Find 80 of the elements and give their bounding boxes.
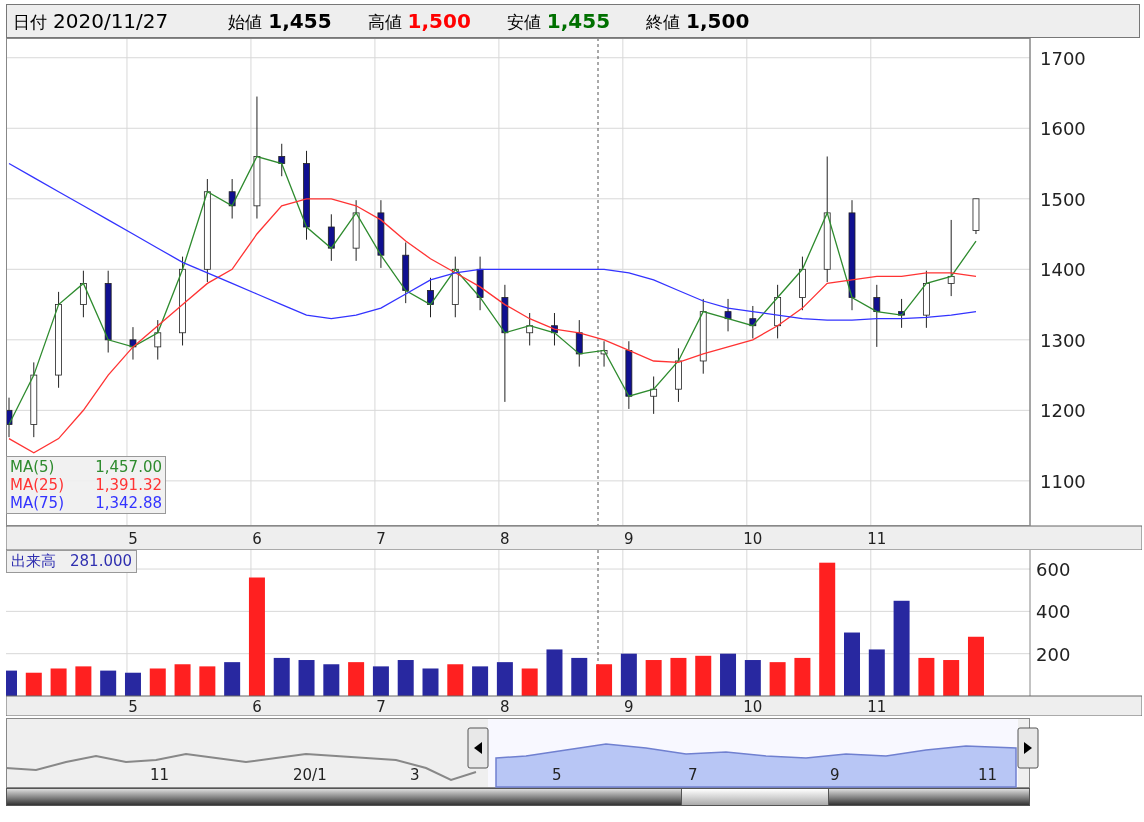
candlestick	[724, 298, 732, 332]
volume-bar	[100, 670, 117, 696]
axis-label: 11	[867, 698, 887, 716]
quote-value: 1,455	[546, 9, 611, 33]
axis-label: 1600	[1040, 118, 1086, 140]
axis-label: 11	[867, 530, 887, 548]
legend-label: MA(75)	[10, 494, 64, 512]
navigator-label: 20/1	[293, 766, 327, 784]
volume-bar	[348, 662, 365, 696]
navigator-label: 5	[552, 766, 562, 784]
axis-label: 7	[376, 698, 386, 716]
axis-label: 5	[128, 530, 138, 548]
candlestick	[327, 213, 335, 262]
navigator-label: 9	[830, 766, 840, 784]
quote-value: 1,500	[686, 9, 750, 33]
quote-value: 1,455	[268, 9, 332, 33]
quote-label: 終値	[646, 11, 681, 34]
navigator-label: 7	[688, 766, 698, 784]
volume-bar	[720, 653, 737, 696]
volume-bar	[323, 664, 340, 696]
volume-bar	[199, 666, 216, 696]
navigator-label: 3	[410, 766, 420, 784]
navigator-label: 11	[150, 766, 170, 784]
quote-label: 高値	[367, 11, 402, 34]
axis-label: 400	[1036, 601, 1071, 623]
scroll-track[interactable]	[6, 788, 1030, 806]
volume-bar	[695, 655, 712, 696]
date-label: 日付	[13, 11, 47, 34]
axis-label: 7	[376, 530, 386, 548]
range-handle[interactable]	[467, 727, 489, 769]
volume-bar	[75, 666, 92, 696]
volume-bar	[447, 664, 464, 696]
legend-label: MA(5)	[10, 458, 55, 476]
legend-value: 1,391.32	[95, 476, 162, 494]
legend-value: 281.000	[70, 552, 133, 571]
volume-bar	[224, 662, 241, 696]
axis-label: 9	[624, 530, 634, 548]
legend-label: MA(25)	[10, 476, 64, 494]
candlestick	[873, 284, 881, 348]
axis-label: 5	[128, 698, 138, 716]
candlestick	[228, 178, 236, 220]
candlestick	[278, 143, 286, 177]
axis-label: 1100	[1040, 470, 1086, 492]
candlestick	[427, 277, 434, 318]
quote-label: 始値	[228, 11, 263, 34]
navigator-label: 11	[978, 766, 998, 784]
axis-label: 600	[1036, 559, 1071, 581]
volume-bar	[943, 660, 960, 696]
axis-label: 10	[743, 530, 763, 548]
volume-bar	[844, 632, 860, 696]
axis-label: 1400	[1040, 259, 1086, 281]
date-value: 2020/11/27	[53, 9, 169, 33]
volume-bar	[546, 649, 563, 696]
candlestick	[575, 319, 583, 368]
axis-label: 8	[500, 530, 510, 548]
legend-value: 1,457.00	[95, 458, 162, 476]
volume-bar	[6, 670, 17, 696]
axis-label: 1700	[1040, 47, 1086, 69]
candlestick	[650, 376, 658, 415]
axis-label: 6	[252, 698, 262, 716]
quote-value: 1,500	[407, 9, 471, 33]
candlestick	[129, 326, 137, 361]
scroll-thumb[interactable]	[681, 789, 829, 805]
candlestick	[154, 319, 162, 361]
volume-bar	[596, 664, 613, 696]
legend-label: 出来高	[11, 552, 56, 571]
axis-label: 10	[743, 698, 763, 716]
candlestick	[947, 219, 955, 297]
volume-bar	[472, 666, 489, 696]
legend-value: 1,342.88	[95, 494, 162, 512]
axis-label: 200	[1036, 643, 1071, 665]
axis-label: 1500	[1040, 188, 1086, 210]
axis-label: 8	[500, 698, 510, 716]
axis-label: 1200	[1040, 400, 1086, 422]
candlestick	[79, 270, 87, 318]
range-handle[interactable]	[1017, 727, 1039, 769]
axis-label: 1300	[1040, 329, 1086, 351]
axis-label: 9	[624, 698, 634, 716]
quote-label: 安値	[506, 11, 541, 34]
axis-label: 6	[252, 530, 262, 548]
